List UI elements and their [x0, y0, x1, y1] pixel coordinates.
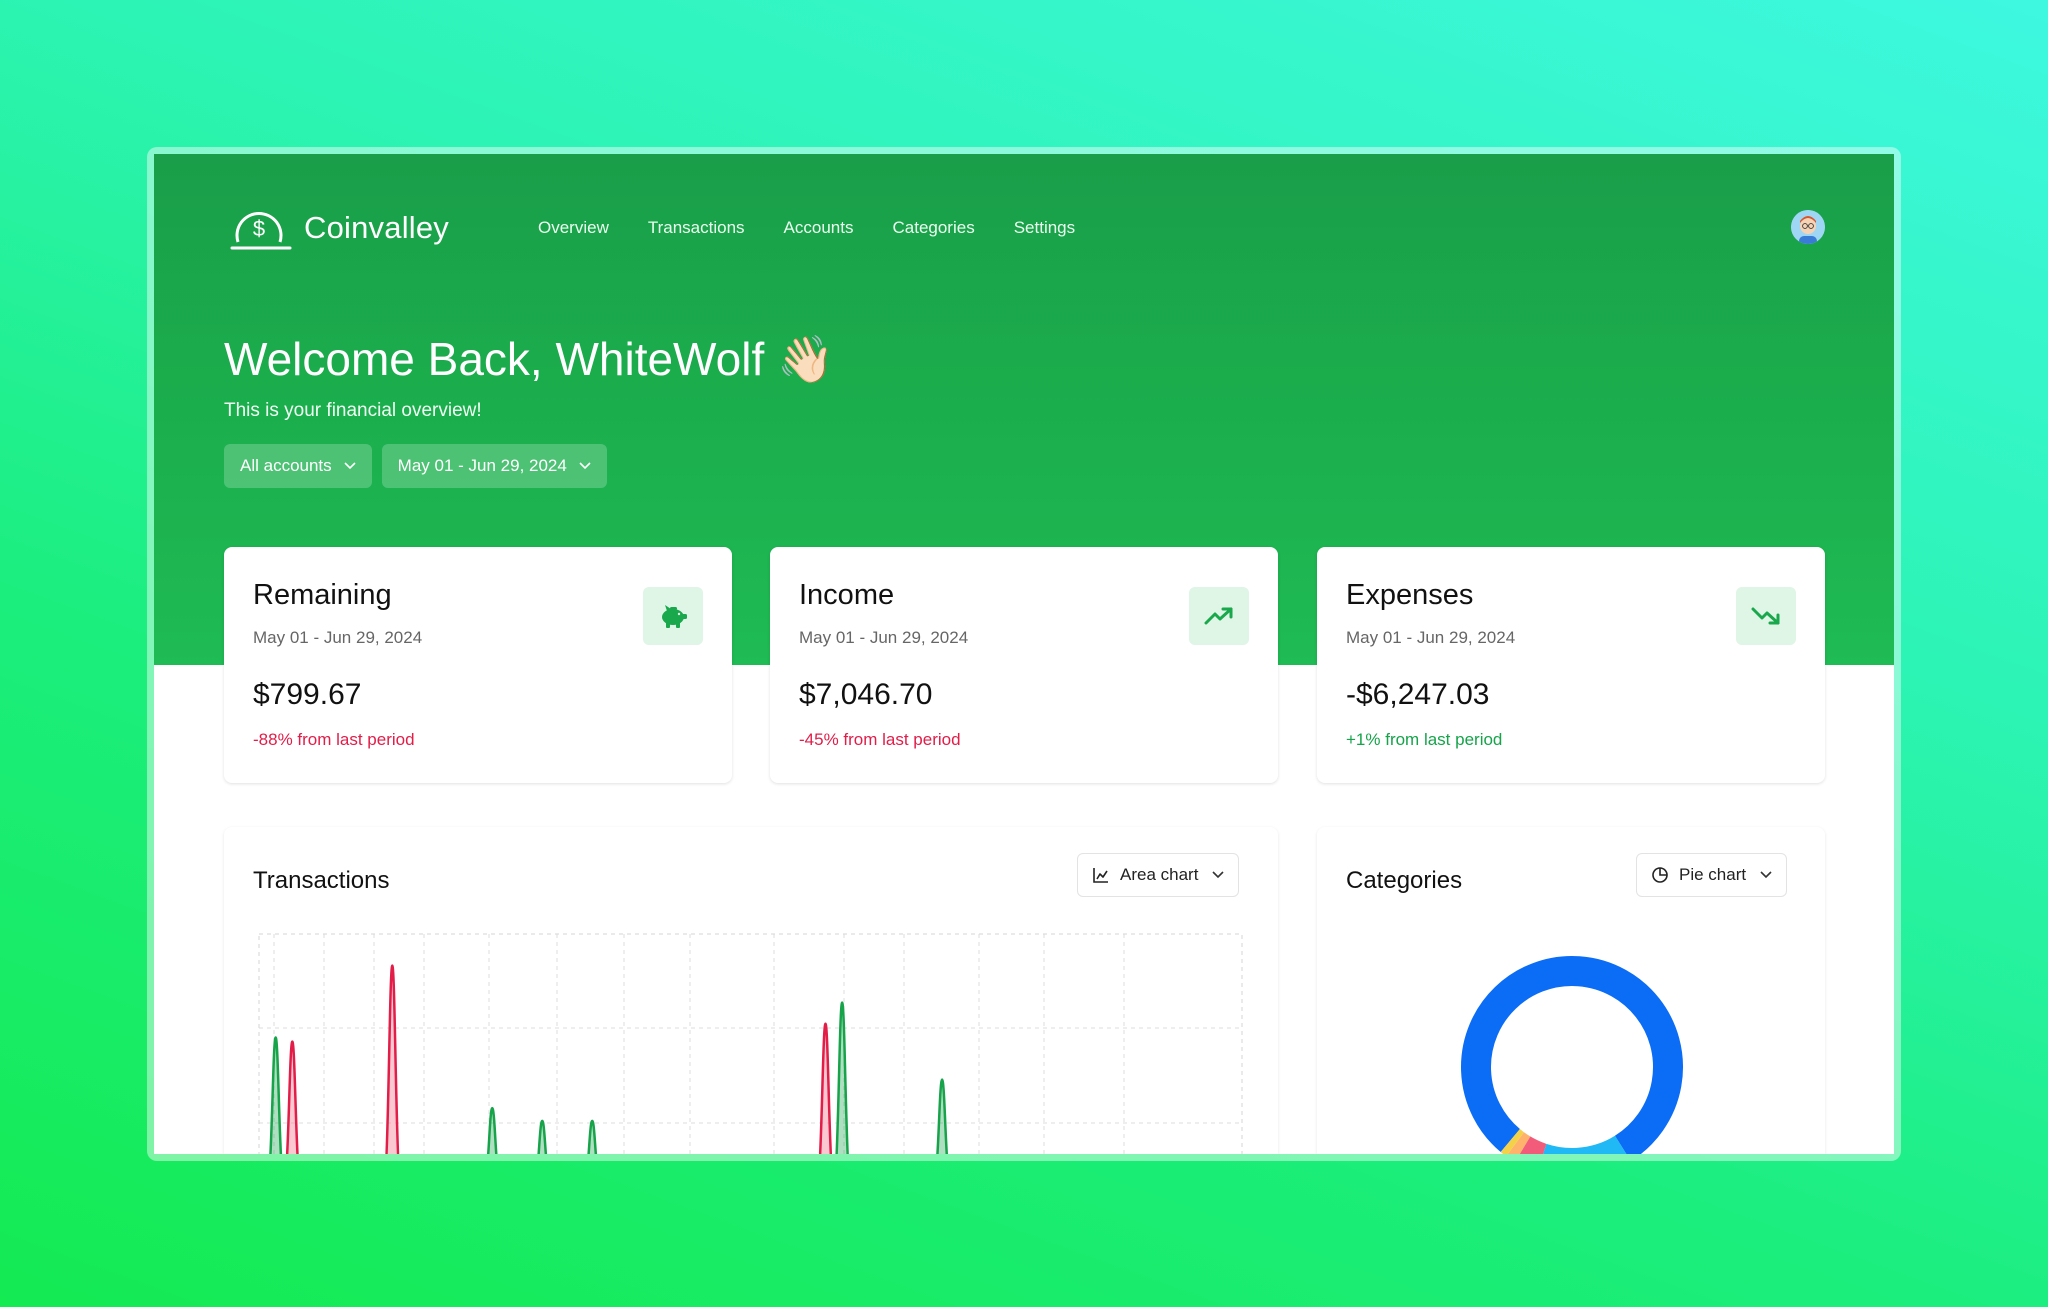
card-title: Expenses	[1346, 579, 1474, 611]
trending-up-icon	[1204, 607, 1233, 625]
trending-down-icon	[1751, 607, 1780, 625]
card-value: $799.67	[253, 678, 362, 711]
account-filter[interactable]: All accounts	[224, 444, 372, 488]
nav-settings[interactable]: Settings	[1014, 218, 1075, 238]
grid-border	[258, 933, 1243, 1154]
expenses-card: Expenses May 01 - Jun 29, 2024 -$6,247.0…	[1317, 547, 1825, 783]
coin-logo-icon: $	[230, 211, 292, 250]
donut-slice-1[interactable]	[1461, 956, 1683, 1154]
card-icon-box	[643, 587, 703, 645]
income-area-series	[269, 1001, 948, 1154]
filters-bar: All accounts May 01 - Jun 29, 2024	[224, 444, 617, 488]
categories-donut-chart	[1461, 956, 1683, 1154]
card-period: May 01 - Jun 29, 2024	[1346, 628, 1516, 647]
card-period: May 01 - Jun 29, 2024	[253, 628, 423, 647]
card-icon-box	[1189, 587, 1249, 645]
user-avatar-icon	[1791, 210, 1825, 244]
donut-slice-5[interactable]	[1500, 1128, 1525, 1154]
remaining-card: Remaining May 01 - Jun 29, 2024 $799.67 …	[224, 547, 732, 783]
card-value: -$6,247.03	[1346, 678, 1490, 711]
expense-area-series	[285, 964, 833, 1154]
transactions-area-chart	[258, 933, 1243, 1154]
card-delta: -88% from last period	[253, 730, 415, 749]
app-window: $ Coinvalley Overview Transactions Accou…	[154, 154, 1894, 1154]
income-card: Income May 01 - Jun 29, 2024 $7,046.70 -…	[770, 547, 1278, 783]
nav-categories[interactable]: Categories	[892, 218, 974, 238]
account-filter-label: All accounts	[240, 456, 332, 475]
nav-transactions[interactable]: Transactions	[648, 218, 745, 238]
welcome-heading: Welcome Back, WhiteWolf 👋🏻	[224, 333, 835, 385]
donut-slice-3[interactable]	[1519, 1136, 1547, 1154]
transactions-panel: Transactions Area chart	[224, 827, 1278, 1154]
categories-panel: Categories Pie chart	[1317, 827, 1825, 1154]
nav-accounts[interactable]: Accounts	[784, 218, 854, 238]
welcome-subtitle: This is your financial overview!	[224, 400, 482, 421]
donut-slice-4[interactable]	[1507, 1132, 1531, 1154]
card-icon-box	[1736, 587, 1796, 645]
main-nav: Overview Transactions Accounts Categorie…	[538, 218, 1114, 238]
svg-text:$: $	[253, 216, 265, 241]
chart-grid	[258, 933, 1243, 1154]
chevron-down-icon	[579, 462, 591, 470]
date-range-filter-label: May 01 - Jun 29, 2024	[397, 456, 567, 475]
card-delta: +1% from last period	[1346, 730, 1503, 749]
date-range-filter[interactable]: May 01 - Jun 29, 2024	[381, 444, 607, 488]
logo[interactable]: $ Coinvalley	[228, 204, 449, 252]
card-value: $7,046.70	[799, 678, 933, 711]
donut-slice-2[interactable]	[1542, 1135, 1627, 1154]
piggy-bank-icon	[662, 605, 687, 628]
card-title: Remaining	[253, 579, 392, 611]
card-delta: -45% from last period	[799, 730, 961, 749]
avatar[interactable]	[1791, 210, 1825, 244]
card-title: Income	[799, 579, 895, 611]
nav-overview[interactable]: Overview	[538, 218, 609, 238]
card-period: May 01 - Jun 29, 2024	[799, 628, 969, 647]
chevron-down-icon	[344, 462, 356, 470]
brand-name: Coinvalley	[304, 210, 450, 245]
